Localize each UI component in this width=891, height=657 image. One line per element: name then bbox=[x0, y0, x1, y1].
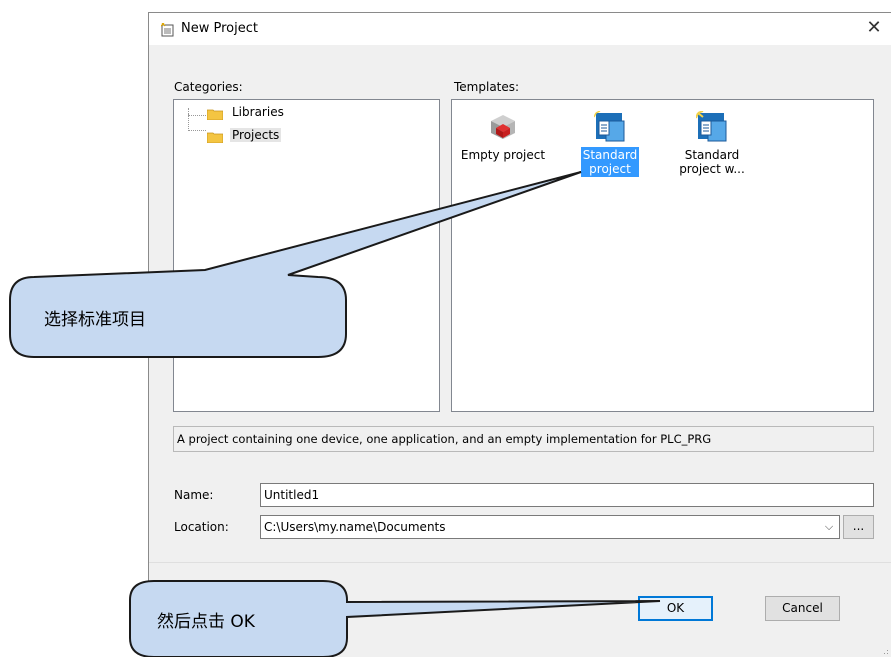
callout-text-click-ok: 然后点击 OK bbox=[157, 612, 255, 632]
template-description: A project containing one device, one app… bbox=[173, 426, 874, 452]
new-project-dialog: New Project ✕ Categories: Templates: Lib… bbox=[148, 12, 891, 657]
template-label: Standard project bbox=[580, 147, 640, 177]
ok-button[interactable]: OK bbox=[638, 596, 713, 621]
separator bbox=[149, 562, 891, 563]
template-empty-project[interactable]: Empty project bbox=[455, 111, 551, 163]
category-libraries[interactable]: Libraries bbox=[232, 105, 284, 119]
template-standard-project-with[interactable]: Standard project w... bbox=[664, 111, 760, 177]
standard-project-icon bbox=[594, 111, 625, 142]
browse-button[interactable]: ... bbox=[843, 515, 874, 539]
categories-tree[interactable]: Libraries Projects bbox=[173, 99, 440, 412]
chevron-down-icon[interactable]: ⌵ bbox=[821, 516, 837, 538]
template-label-line1: Standard bbox=[684, 148, 740, 162]
tree-connector bbox=[188, 114, 206, 131]
standard-project-icon bbox=[696, 111, 727, 142]
location-value: C:\Users\my.name\Documents bbox=[264, 520, 446, 534]
templates-label: Templates: bbox=[454, 80, 520, 94]
dialog-title: New Project bbox=[181, 21, 258, 36]
template-label-line2: project w... bbox=[679, 162, 745, 176]
name-input[interactable]: Untitled1 bbox=[260, 483, 874, 507]
cancel-button[interactable]: Cancel bbox=[765, 596, 840, 621]
close-button[interactable]: ✕ bbox=[861, 17, 887, 41]
categories-label: Categories: bbox=[174, 80, 243, 94]
resize-grip-icon[interactable] bbox=[881, 647, 889, 655]
template-label-line2: project bbox=[589, 162, 631, 176]
title-bar: New Project ✕ bbox=[149, 13, 891, 45]
template-standard-project[interactable]: Standard project bbox=[562, 111, 658, 177]
name-label: Name: bbox=[174, 488, 214, 502]
empty-project-icon bbox=[491, 115, 515, 139]
new-project-icon bbox=[161, 23, 174, 37]
template-label: Standard project w... bbox=[677, 147, 747, 177]
template-label: Empty project bbox=[460, 148, 546, 162]
template-label-line1: Standard bbox=[582, 148, 638, 162]
folder-icon bbox=[207, 132, 223, 143]
location-label: Location: bbox=[174, 520, 229, 534]
templates-list[interactable]: Empty project Standard project Standard … bbox=[451, 99, 874, 412]
location-combobox[interactable]: C:\Users\my.name\Documents ⌵ bbox=[260, 515, 840, 539]
folder-icon bbox=[207, 109, 223, 120]
callout-text-select-standard: 选择标准项目 bbox=[44, 310, 146, 330]
category-projects[interactable]: Projects bbox=[230, 128, 282, 142]
